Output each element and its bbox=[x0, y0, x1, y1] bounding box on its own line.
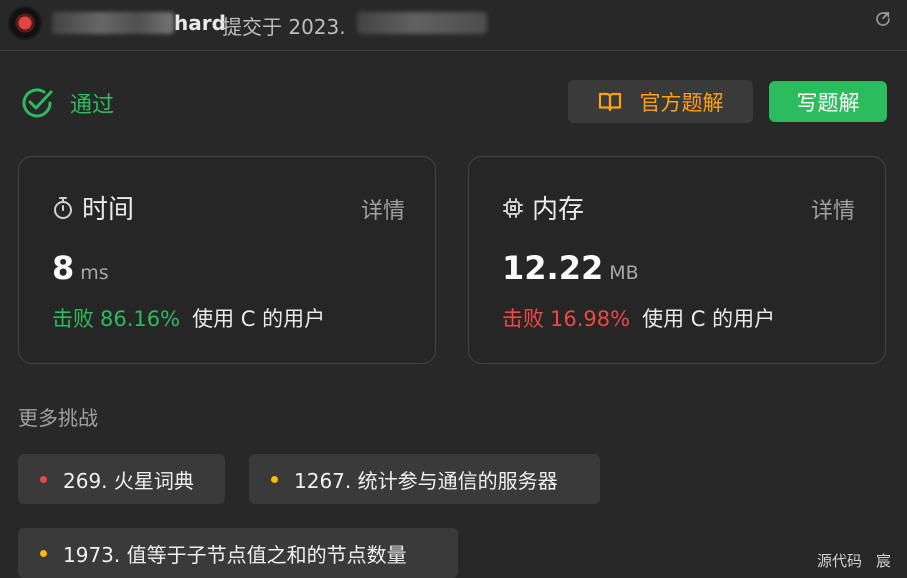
memory-beat-line: 击败 16.98% 使用 C 的用户 bbox=[502, 303, 775, 333]
runtime-beat-label: 击败 bbox=[52, 307, 94, 331]
write-solution-button[interactable]: 写题解 bbox=[769, 81, 887, 122]
date-redacted bbox=[357, 12, 487, 34]
challenge-label: 1267. 统计参与通信的服务器 bbox=[294, 468, 558, 493]
runtime-beat-line: 击败 86.16% 使用 C 的用户 bbox=[52, 303, 325, 333]
runtime-unit: ms bbox=[80, 262, 109, 284]
runtime-card: 时间 详情 8 ms 击败 86.16% 使用 C 的用户 bbox=[18, 156, 436, 364]
runtime-value: 8 ms bbox=[52, 249, 109, 287]
memory-beat-label: 击败 bbox=[502, 307, 544, 331]
more-challenges-title: 更多挑战 bbox=[18, 406, 98, 430]
memory-card-header: 内存 bbox=[502, 189, 584, 226]
difficulty-dot bbox=[40, 549, 47, 557]
share-icon[interactable] bbox=[874, 10, 892, 28]
challenge-item[interactable]: 1973. 值等于子节点值之和的节点数量 bbox=[18, 528, 458, 578]
check-circle-icon bbox=[22, 88, 53, 118]
runtime-beat-rest: 使用 C 的用户 bbox=[192, 307, 326, 331]
status-label: 通过 bbox=[70, 93, 115, 118]
footer-bar: 源代码宸 bbox=[817, 550, 891, 571]
chip-icon bbox=[503, 197, 523, 218]
official-solution-button[interactable]: 官方题解 bbox=[568, 80, 753, 123]
memory-beat-percent: 16.98% bbox=[550, 307, 631, 331]
memory-title: 内存 bbox=[532, 195, 585, 225]
user-avatar[interactable] bbox=[10, 8, 40, 38]
runtime-beat-percent: 86.16% bbox=[100, 307, 181, 331]
submission-header: hard 提交于 2023. bbox=[0, 0, 907, 51]
memory-number: 12.22 bbox=[502, 249, 604, 287]
runtime-card-header: 时间 bbox=[52, 189, 134, 226]
submitted-at-label: 提交于 2023. bbox=[222, 15, 346, 39]
runtime-title: 时间 bbox=[82, 195, 135, 225]
memory-value: 12.22 MB bbox=[502, 249, 639, 287]
username-redacted bbox=[52, 12, 174, 34]
challenge-label: 269. 火星词典 bbox=[63, 468, 194, 493]
runtime-detail-link[interactable]: 详情 bbox=[361, 193, 405, 225]
memory-detail-link[interactable]: 详情 bbox=[811, 193, 855, 225]
challenge-item[interactable]: 269. 火星词典 bbox=[18, 454, 225, 504]
memory-unit: MB bbox=[609, 262, 639, 284]
write-solution-label: 写题解 bbox=[796, 90, 860, 115]
challenge-item[interactable]: 1267. 统计参与通信的服务器 bbox=[249, 454, 600, 504]
challenge-label: 1973. 值等于子节点值之和的节点数量 bbox=[63, 542, 407, 567]
source-code-link[interactable]: 源代码 bbox=[817, 552, 862, 570]
username-visible-part[interactable]: hard bbox=[174, 11, 226, 35]
book-icon bbox=[598, 92, 621, 111]
runtime-number: 8 bbox=[52, 249, 75, 287]
difficulty-dot bbox=[271, 475, 278, 483]
author-name: 宸 bbox=[876, 552, 892, 570]
memory-beat-rest: 使用 C 的用户 bbox=[642, 307, 776, 331]
difficulty-dot bbox=[40, 475, 47, 483]
official-solution-label: 官方题解 bbox=[639, 90, 724, 115]
submission-status: 通过 bbox=[20, 85, 114, 121]
stopwatch-icon bbox=[54, 196, 72, 219]
memory-card: 内存 详情 12.22 MB 击败 16.98% 使用 C 的用户 bbox=[468, 156, 886, 364]
